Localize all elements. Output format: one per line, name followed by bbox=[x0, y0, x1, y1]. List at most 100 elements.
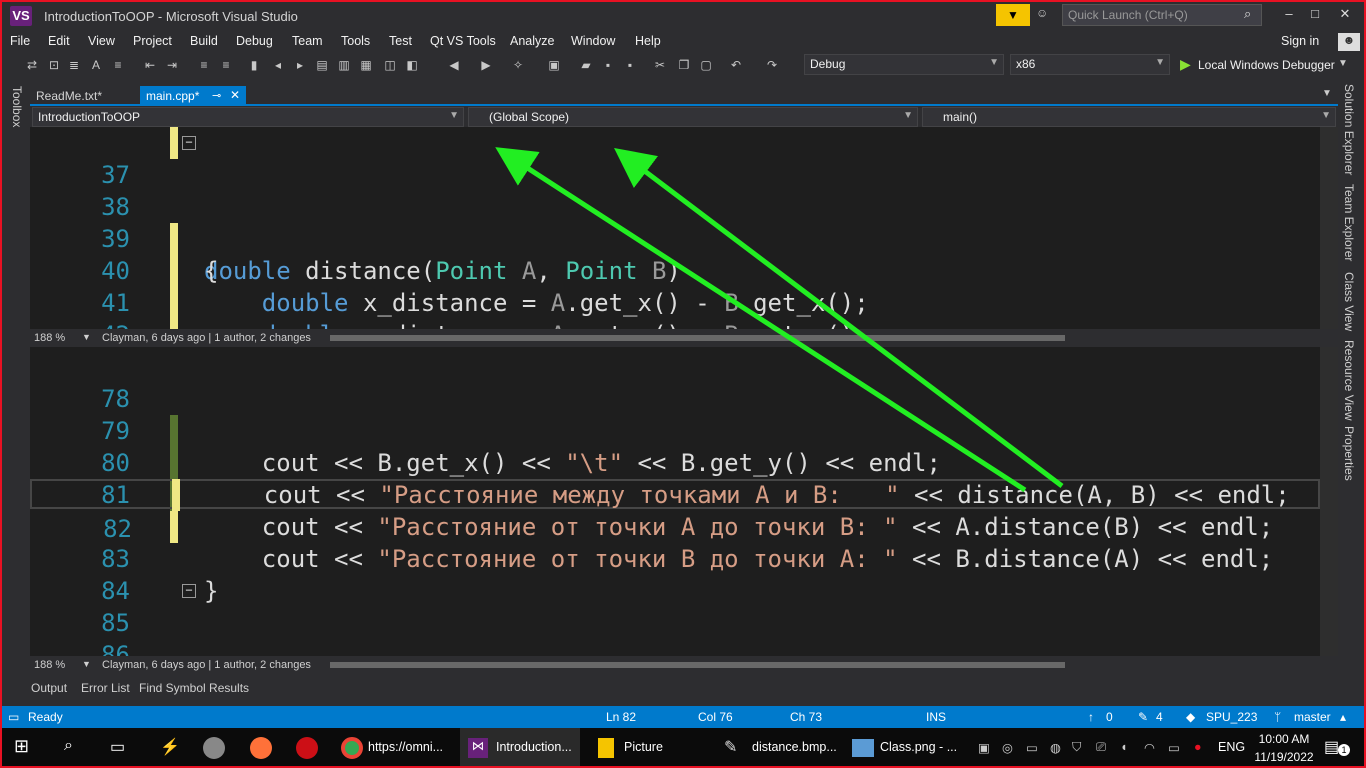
tab-error-list[interactable]: Error List bbox=[81, 681, 130, 695]
menu-build[interactable]: Build bbox=[190, 34, 218, 48]
copy-icon[interactable]: ❐ bbox=[676, 57, 692, 73]
codelens-info[interactable]: Clayman, 6 days ago | 1 author, 2 change… bbox=[102, 659, 311, 671]
save-icon[interactable]: ▪ bbox=[600, 57, 616, 73]
feedback-icon[interactable]: ☺ bbox=[1036, 6, 1052, 22]
open-file-icon[interactable]: ▰ bbox=[578, 57, 594, 73]
status-repo[interactable]: SPU_223 bbox=[1206, 710, 1257, 724]
close-icon[interactable]: ✕ bbox=[230, 88, 240, 102]
code-line[interactable]: 86 -------------------------------------… bbox=[30, 607, 1320, 656]
photos-icon[interactable] bbox=[852, 739, 874, 757]
taskbar-visual-studio[interactable]: Introduction... bbox=[496, 740, 572, 754]
funnel-notification-icon[interactable]: ▼ bbox=[996, 4, 1030, 26]
volume-icon[interactable]: ◖ bbox=[1120, 740, 1128, 754]
menu-file[interactable]: File bbox=[10, 34, 30, 48]
code-line[interactable]: 42 return distance; bbox=[30, 287, 1320, 329]
close-button[interactable]: ✕ bbox=[1334, 6, 1356, 24]
toolbox-tab[interactable]: Toolbox bbox=[10, 86, 24, 127]
codelens-info[interactable]: Clayman, 6 days ago | 1 author, 2 change… bbox=[102, 332, 311, 344]
visual-studio-logo-icon[interactable]: VS bbox=[10, 6, 32, 26]
comment-icon[interactable]: ≡ bbox=[196, 57, 212, 73]
clear-bookmarks-icon[interactable]: ▦ bbox=[358, 57, 374, 73]
tray-icon[interactable]: ▣ bbox=[978, 740, 990, 755]
tab-find-symbol-results[interactable]: Find Symbol Results bbox=[139, 681, 249, 695]
opera-icon[interactable] bbox=[296, 737, 318, 759]
code-line[interactable]: 38 { bbox=[30, 159, 1320, 285]
arrow-up-icon[interactable]: ↑ bbox=[1088, 710, 1094, 724]
action-center-icon[interactable]: ▤ bbox=[1324, 737, 1339, 757]
code-line[interactable]: 84 bbox=[30, 543, 1320, 605]
chrome-icon[interactable] bbox=[341, 737, 363, 759]
solution-configuration-select[interactable]: Debug ▼ bbox=[804, 54, 1004, 75]
menu-tools[interactable]: Tools bbox=[341, 34, 370, 48]
code-line[interactable]: 80 cout << "Расстояние от точки A до точ… bbox=[30, 415, 1320, 541]
search-icon[interactable]: ⌕ bbox=[64, 737, 73, 755]
code-line[interactable]: 81 cout << "Расстояние от точки B до точ… bbox=[30, 447, 1320, 573]
code-line[interactable]: 83 } bbox=[30, 511, 1320, 605]
class-view-tab[interactable]: Class View bbox=[1342, 272, 1356, 331]
windows-start-icon[interactable]: ⊞ bbox=[14, 736, 29, 757]
editor-pane-top[interactable]: 37 − double distance(Point A, Point B) 3… bbox=[30, 127, 1338, 329]
maximize-button[interactable]: □ bbox=[1304, 6, 1326, 24]
solution-explorer-tab[interactable]: Solution Explorer bbox=[1342, 84, 1356, 175]
code-line[interactable]: 40 double y_distance = A.get_y() - B.get… bbox=[30, 223, 1320, 329]
tag-icon[interactable]: ⊡ bbox=[46, 57, 62, 73]
menu-analyze[interactable]: Analyze bbox=[510, 34, 554, 48]
team-explorer-tab[interactable]: Team Explorer bbox=[1342, 184, 1356, 261]
chevron-down-icon[interactable]: ▼ bbox=[82, 332, 91, 342]
app-icon[interactable] bbox=[203, 737, 225, 759]
user-icon[interactable]: ☻ bbox=[1338, 33, 1360, 51]
menu-team[interactable]: Team bbox=[292, 34, 323, 48]
bookmark-list-icon[interactable]: ▥ bbox=[336, 57, 352, 73]
code-line[interactable]: 41 double distance = sqrt(x_distance*x_d… bbox=[30, 255, 1320, 329]
tray-icon[interactable]: ◎ bbox=[1002, 740, 1013, 755]
code-line[interactable]: 79 bbox=[30, 383, 1320, 479]
visual-studio-icon[interactable]: ⋈ bbox=[468, 738, 488, 758]
menu-project[interactable]: Project bbox=[133, 34, 172, 48]
branch-icon[interactable]: ᛘ bbox=[1274, 710, 1281, 724]
language-indicator[interactable]: ENG bbox=[1218, 740, 1245, 754]
taskbar-distance-bmp[interactable]: distance.bmp... bbox=[752, 740, 837, 754]
code-line[interactable]: 85 − /* bbox=[30, 575, 1320, 637]
network-icon[interactable]: ⎚ bbox=[1096, 740, 1106, 755]
clock-date[interactable]: 11/19/2022 bbox=[1250, 750, 1318, 764]
save-all-icon[interactable]: ▪ bbox=[622, 57, 638, 73]
calendar-badge-icon[interactable]: ● bbox=[1194, 740, 1202, 754]
horizontal-scrollbar[interactable] bbox=[330, 335, 1065, 341]
folder-icon[interactable] bbox=[598, 738, 614, 758]
project-select[interactable]: IntroductionToOOP ▼ bbox=[32, 107, 464, 127]
code-line[interactable]: 78 cout << B.get_x() << "\t" << B.get_y(… bbox=[30, 351, 1320, 477]
paint-icon[interactable]: ✎ bbox=[724, 737, 737, 757]
app-icon[interactable]: ⚡ bbox=[160, 737, 180, 757]
outdent-icon[interactable]: ⇤ bbox=[142, 57, 158, 73]
bookmark-icon[interactable]: ▮ bbox=[246, 57, 262, 73]
play-icon[interactable]: ▶ bbox=[1180, 56, 1191, 73]
tray-icon[interactable]: ▭ bbox=[1026, 740, 1038, 755]
minimize-button[interactable]: – bbox=[1278, 6, 1300, 24]
current-code-line[interactable]: 82 cout << "Расстояние между точками A и… bbox=[30, 479, 1320, 543]
tab-output[interactable]: Output bbox=[31, 681, 67, 695]
menu-debug[interactable]: Debug bbox=[236, 34, 273, 48]
scope-select[interactable]: (Global Scope) ▼ bbox=[468, 107, 918, 127]
shield-icon[interactable]: ⛉ bbox=[1072, 740, 1081, 755]
code-line[interactable]: 39 double x_distance = A.get_x() - B.get… bbox=[30, 191, 1320, 317]
member-select[interactable]: main() ▼ bbox=[922, 107, 1336, 127]
task-view-icon[interactable]: ▭ bbox=[110, 737, 125, 757]
chevron-up-icon[interactable]: ▴ bbox=[1340, 710, 1346, 724]
uncomment-icon[interactable]: ≡ bbox=[218, 57, 234, 73]
format-icon[interactable]: ⇄ bbox=[24, 57, 40, 73]
list-icon[interactable]: ≣ bbox=[66, 57, 82, 73]
tray-icon[interactable]: ◍ bbox=[1050, 740, 1061, 755]
menu-test[interactable]: Test bbox=[389, 34, 412, 48]
undo-icon[interactable]: ↶ bbox=[728, 57, 744, 73]
firefox-icon[interactable] bbox=[250, 737, 272, 759]
properties-tab[interactable]: Properties bbox=[1342, 426, 1356, 481]
back-icon[interactable]: ◀ bbox=[446, 57, 462, 73]
cut-icon[interactable]: ✂ bbox=[652, 57, 668, 73]
status-unpushed[interactable]: 0 bbox=[1106, 710, 1113, 724]
editor-pane-bottom[interactable]: 78 cout << B.get_x() << "\t" << B.get_y(… bbox=[30, 347, 1338, 656]
zoom-level[interactable]: 188 % bbox=[34, 659, 65, 671]
outline-icon[interactable]: ◧ bbox=[404, 57, 420, 73]
indent-icon[interactable]: ≡ bbox=[110, 57, 126, 73]
solution-platform-select[interactable]: x86 ▼ bbox=[1010, 54, 1170, 75]
display-icon[interactable]: ▭ bbox=[1168, 740, 1180, 755]
